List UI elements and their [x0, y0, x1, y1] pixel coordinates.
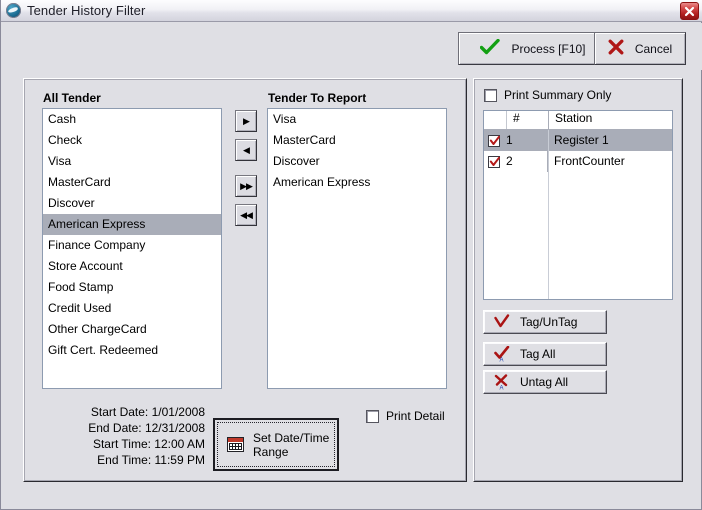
- print-detail-label: Print Detail: [386, 409, 445, 423]
- station-row[interactable]: 1 Register 1: [484, 130, 672, 151]
- red-x-all-icon: A: [494, 374, 510, 392]
- tag-all-button[interactable]: A Tag All: [483, 342, 607, 366]
- calendar-icon: [227, 437, 244, 452]
- print-detail-checkbox[interactable]: Print Detail: [366, 409, 445, 423]
- start-date-value: 1/01/2008: [151, 405, 205, 419]
- station-row-num-cell: 2: [484, 151, 548, 172]
- move-all-left-button[interactable]: ◀◀: [235, 204, 257, 226]
- all-tender-item[interactable]: Visa: [43, 151, 221, 172]
- end-date-value: 12/31/2008: [144, 421, 205, 435]
- set-date-time-range-button[interactable]: Set Date/Time Range: [213, 418, 339, 471]
- station-grid-body: 1 Register 1 2 FrontCounter: [484, 130, 672, 172]
- all-tender-item[interactable]: Discover: [43, 193, 221, 214]
- print-summary-only-label: Print Summary Only: [504, 88, 612, 102]
- red-x-icon: [608, 39, 624, 58]
- process-button-label: Process [F10]: [511, 41, 586, 56]
- start-date-row: Start Date: 1/01/2008: [39, 404, 205, 420]
- start-date-label: Start Date:: [90, 405, 149, 419]
- all-tender-item[interactable]: Gift Cert. Redeemed: [43, 340, 221, 361]
- station-grid-header-station: Station: [555, 111, 593, 125]
- station-grid-header: # Station: [484, 111, 672, 130]
- tender-to-report-item[interactable]: Visa: [268, 109, 446, 130]
- red-check-all-icon: A: [494, 345, 510, 363]
- move-all-right-button[interactable]: ▶▶: [235, 175, 257, 197]
- station-row-name: Register 1: [554, 133, 609, 147]
- red-check-icon: [494, 314, 510, 330]
- all-tender-item[interactable]: Store Account: [43, 256, 221, 277]
- tender-to-report-listbox[interactable]: Visa MasterCard Discover American Express: [267, 108, 447, 389]
- station-grid-header-check: [484, 111, 507, 129]
- end-time-row: End Time: 11:59 PM: [39, 452, 205, 468]
- station-row-checkbox[interactable]: [488, 155, 500, 168]
- end-time-value: 11:59 PM: [154, 453, 205, 467]
- tag-untag-button[interactable]: Tag/UnTag: [483, 310, 607, 334]
- all-tender-item[interactable]: American Express: [43, 214, 221, 235]
- all-tender-item[interactable]: Food Stamp: [43, 277, 221, 298]
- all-tender-item[interactable]: Finance Company: [43, 235, 221, 256]
- all-tender-item[interactable]: Credit Used: [43, 298, 221, 319]
- process-button[interactable]: Process [F10]: [458, 32, 608, 65]
- move-right-button[interactable]: ▶: [235, 110, 257, 132]
- tender-to-report-item[interactable]: Discover: [268, 151, 446, 172]
- all-tender-listbox[interactable]: Cash Check Visa MasterCard Discover American …: [42, 108, 222, 389]
- end-date-row: End Date: 12/31/2008: [39, 420, 205, 436]
- app-swoosh-icon: [6, 3, 21, 18]
- title-bar: Tender History Filter: [1, 0, 702, 22]
- all-tender-item[interactable]: Check: [43, 130, 221, 151]
- set-date-time-range-label-line1: Set Date/Time: [253, 430, 330, 445]
- window-title: Tender History Filter: [27, 3, 146, 18]
- station-row-checkbox[interactable]: [488, 134, 500, 147]
- set-date-time-range-label-line2: Range: [253, 444, 289, 459]
- print-summary-only-checkbox[interactable]: Print Summary Only: [484, 88, 611, 102]
- toolbar: Process [F10] Cancel: [2, 23, 702, 70]
- tender-history-filter-window: Tender History Filter Process [F10] Canc…: [0, 0, 702, 510]
- start-time-row: Start Time: 12:00 AM: [39, 436, 205, 452]
- all-tender-item[interactable]: Cash: [43, 109, 221, 130]
- start-time-value: 12:00 AM: [154, 437, 205, 451]
- tender-to-report-label: Tender To Report: [268, 91, 367, 105]
- station-row-name: FrontCounter: [554, 154, 625, 168]
- green-check-icon: [480, 38, 501, 59]
- station-row-num: 1: [506, 133, 513, 147]
- set-date-time-range-label: Set Date/Time Range: [253, 431, 329, 459]
- svg-text:A: A: [500, 386, 504, 391]
- untag-all-button-label: Untag All: [520, 375, 569, 389]
- station-row-num-cell: 1: [484, 130, 548, 151]
- untag-all-button[interactable]: A Untag All: [483, 370, 607, 394]
- end-time-label: End Time:: [97, 453, 152, 467]
- all-tender-item[interactable]: Other ChargeCard: [43, 319, 221, 340]
- end-date-label: End Date:: [88, 421, 142, 435]
- print-summary-only-checkbox-box[interactable]: [484, 88, 497, 102]
- all-tender-item[interactable]: MasterCard: [43, 172, 221, 193]
- cancel-button-label: Cancel: [634, 41, 673, 56]
- close-icon[interactable]: [680, 2, 699, 20]
- station-grid[interactable]: # Station 1 Register 1 2 FrontCounter: [483, 110, 673, 300]
- tag-all-button-label: Tag All: [520, 347, 556, 361]
- station-grid-column-divider: [548, 130, 549, 299]
- tag-untag-button-label: Tag/UnTag: [520, 315, 578, 329]
- cancel-button[interactable]: Cancel: [594, 32, 686, 65]
- tender-to-report-item[interactable]: American Express: [268, 172, 446, 193]
- station-row-num: 2: [506, 154, 513, 168]
- set-date-time-range-focus-frame: Set Date/Time Range: [217, 422, 335, 467]
- start-time-label: Start Time:: [92, 437, 151, 451]
- print-detail-checkbox-box[interactable]: [366, 409, 379, 423]
- station-grid-header-num: #: [507, 111, 549, 129]
- date-range-summary: Start Date: 1/01/2008 End Date: 12/31/20…: [39, 404, 205, 468]
- tender-to-report-item[interactable]: MasterCard: [268, 130, 446, 151]
- svg-text:A: A: [500, 357, 504, 362]
- move-left-button[interactable]: ◀: [235, 139, 257, 161]
- station-row[interactable]: 2 FrontCounter: [484, 151, 672, 172]
- all-tender-label: All Tender: [43, 91, 101, 105]
